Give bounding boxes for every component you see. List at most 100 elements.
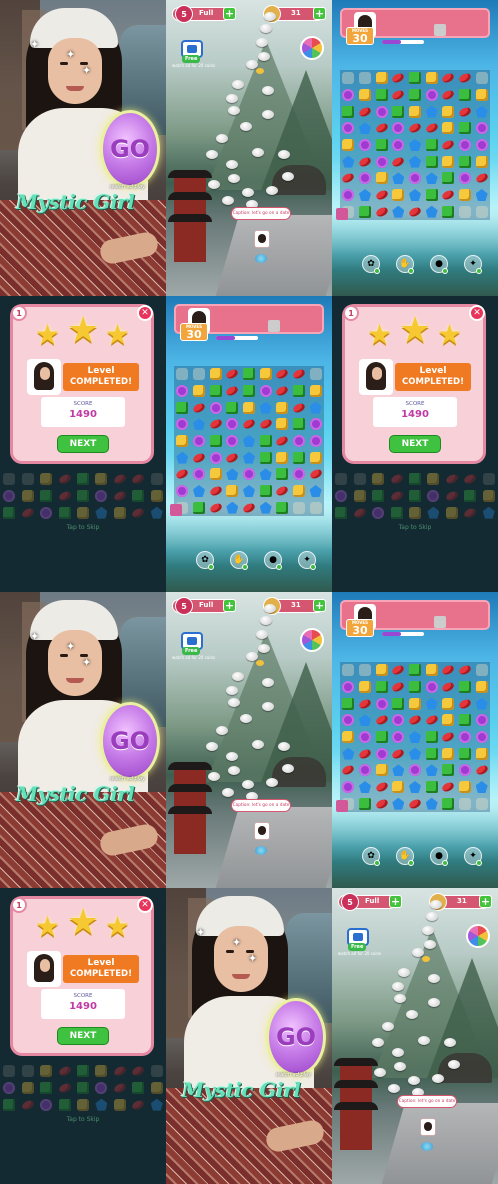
- level-node[interactable]: [394, 994, 406, 1003]
- level-node[interactable]: [222, 196, 234, 205]
- candy-tile[interactable]: [423, 712, 440, 729]
- level-node[interactable]: [394, 1062, 406, 1071]
- candy-tile[interactable]: [307, 399, 324, 416]
- candy-tile[interactable]: [207, 483, 224, 500]
- candy-tile[interactable]: [440, 87, 457, 104]
- candy-tile[interactable]: [291, 449, 308, 466]
- candy-tile[interactable]: [457, 729, 474, 746]
- candy-tile[interactable]: [357, 679, 374, 696]
- candy-tile[interactable]: [357, 120, 374, 137]
- candy-tile[interactable]: [224, 399, 241, 416]
- level-node[interactable]: [426, 912, 438, 921]
- candy-tile[interactable]: [423, 153, 440, 170]
- candy-tile[interactable]: [373, 203, 390, 220]
- candy-tile[interactable]: [457, 187, 474, 204]
- candy-tile[interactable]: [241, 466, 258, 483]
- candy-tile[interactable]: [291, 433, 308, 450]
- candy-tile[interactable]: [473, 120, 490, 137]
- level-node[interactable]: [448, 1060, 460, 1069]
- candy-tile[interactable]: [407, 795, 424, 812]
- candy-tile[interactable]: [390, 795, 407, 812]
- level-node[interactable]: [392, 1048, 404, 1057]
- candy-tile[interactable]: [291, 416, 308, 433]
- candy-tile[interactable]: [473, 745, 490, 762]
- candy-tile[interactable]: [357, 87, 374, 104]
- level-node[interactable]: [240, 122, 252, 131]
- add-coins-button[interactable]: +: [313, 7, 326, 20]
- candy-tile[interactable]: [457, 745, 474, 762]
- candy-tile[interactable]: [457, 662, 474, 679]
- candy-tile[interactable]: [390, 87, 407, 104]
- candy-tile[interactable]: [440, 203, 457, 220]
- candy-tile[interactable]: [224, 366, 241, 383]
- level-node[interactable]: [444, 1038, 456, 1047]
- candy-tile[interactable]: [340, 745, 357, 762]
- go-button[interactable]: GO: [100, 110, 160, 188]
- level-node[interactable]: [226, 94, 238, 103]
- level-node[interactable]: [372, 1038, 384, 1047]
- level-node[interactable]: [262, 702, 274, 711]
- level-node[interactable]: [208, 772, 220, 781]
- candy-tile[interactable]: [340, 679, 357, 696]
- candy-tile[interactable]: [390, 762, 407, 779]
- candy-tile[interactable]: [340, 153, 357, 170]
- level-node[interactable]: [264, 12, 276, 21]
- candy-tile[interactable]: [457, 203, 474, 220]
- level-node[interactable]: [388, 1084, 400, 1093]
- candy-tile[interactable]: [224, 466, 241, 483]
- candy-tile[interactable]: [174, 399, 191, 416]
- candy-tile[interactable]: [423, 745, 440, 762]
- candy-tile[interactable]: [191, 499, 208, 516]
- candy-tile[interactable]: [340, 779, 357, 796]
- add-lives-button[interactable]: +: [389, 895, 402, 908]
- level-node[interactable]: [412, 948, 424, 957]
- candy-tile[interactable]: [307, 383, 324, 400]
- level-node[interactable]: [408, 1076, 420, 1085]
- candy-tile[interactable]: [423, 120, 440, 137]
- candy-tile[interactable]: [207, 449, 224, 466]
- level-node[interactable]: [398, 968, 410, 977]
- candy-tile[interactable]: [390, 745, 407, 762]
- candy-tile[interactable]: [357, 187, 374, 204]
- level-node[interactable]: [226, 752, 238, 761]
- candy-tile[interactable]: [440, 120, 457, 137]
- candy-tile[interactable]: [373, 103, 390, 120]
- candy-tile[interactable]: [457, 695, 474, 712]
- candy-tile[interactable]: [373, 712, 390, 729]
- level-node[interactable]: [258, 644, 270, 653]
- candy-tile[interactable]: [473, 795, 490, 812]
- candy-tile[interactable]: [457, 103, 474, 120]
- candy-tile[interactable]: [373, 153, 390, 170]
- candy-tile[interactable]: [357, 662, 374, 679]
- candy-tile[interactable]: [457, 70, 474, 87]
- level-node[interactable]: [282, 764, 294, 773]
- candy-tile[interactable]: [191, 416, 208, 433]
- level-node[interactable]: [256, 630, 268, 639]
- tap-to-skip-label[interactable]: Tap to Skip: [0, 1116, 166, 1123]
- candy-tile[interactable]: [340, 695, 357, 712]
- candy-tile[interactable]: [274, 416, 291, 433]
- candy-tile[interactable]: [407, 120, 424, 137]
- candy-tile[interactable]: [423, 70, 440, 87]
- candy-tile[interactable]: [191, 399, 208, 416]
- candy-tile[interactable]: [291, 383, 308, 400]
- candy-tile[interactable]: [340, 662, 357, 679]
- candy-tile[interactable]: [174, 449, 191, 466]
- candy-tile[interactable]: [373, 795, 390, 812]
- level-node[interactable]: [422, 926, 434, 935]
- candy-tile[interactable]: [174, 466, 191, 483]
- add-coins-button[interactable]: +: [313, 599, 326, 612]
- candy-tile[interactable]: [407, 187, 424, 204]
- candy-tile[interactable]: [423, 679, 440, 696]
- wheel-icon[interactable]: [300, 628, 324, 652]
- candy-tile[interactable]: [390, 203, 407, 220]
- level-node[interactable]: [252, 148, 264, 157]
- candy-tile[interactable]: [390, 70, 407, 87]
- level-node-coin[interactable]: [256, 68, 264, 74]
- level-node[interactable]: [242, 188, 254, 197]
- candy-tile[interactable]: [407, 762, 424, 779]
- candy-tile[interactable]: [423, 662, 440, 679]
- level-node[interactable]: [262, 678, 274, 687]
- candy-tile[interactable]: [373, 187, 390, 204]
- level-node[interactable]: [392, 982, 404, 991]
